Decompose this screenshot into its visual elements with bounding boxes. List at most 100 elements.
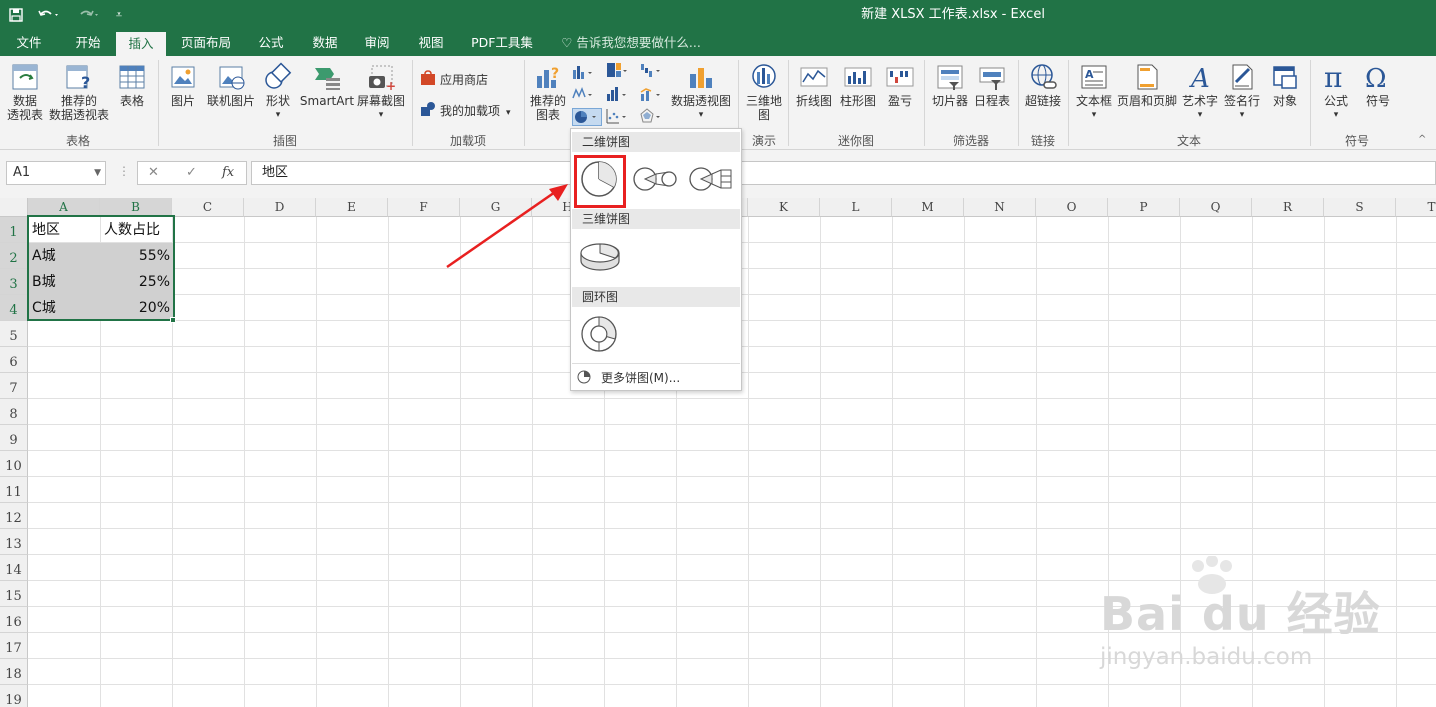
scatter-chart-icon[interactable] [606,108,626,124]
tab-home[interactable]: 开始 [64,30,112,56]
row-header-9[interactable]: 9 [0,425,28,451]
tab-file[interactable]: 文件 [6,30,52,56]
recommended-pivot-button[interactable]: ? 推荐的 数据透视表 [48,62,110,122]
pivot-table-button[interactable]: 数据 透视表 [4,62,46,122]
tell-me-box[interactable]: ♡ 告诉我您想要做什么... [556,30,706,56]
online-pictures-button[interactable]: 联机图片 [204,62,258,108]
pivot-chart-button[interactable]: 数据透视图 ▾ [668,62,734,122]
timeline-button[interactable]: 日程表 [972,62,1012,108]
tab-formulas[interactable]: 公式 [248,30,294,56]
tab-data[interactable]: 数据 [302,30,348,56]
chevron-down-icon: ▾ [1239,110,1245,120]
row-header-11[interactable]: 11 [0,477,28,503]
my-addins-button[interactable]: 我的加载项 ▾ [440,102,511,119]
row-header-16[interactable]: 16 [0,607,28,633]
row-header-17[interactable]: 17 [0,633,28,659]
signature-line-button[interactable]: 签名行 ▾ [1222,62,1262,122]
tab-view[interactable]: 视图 [408,30,454,56]
column-header-c[interactable]: C [172,198,244,217]
column-header-r[interactable]: R [1252,198,1324,217]
textbox-button[interactable]: A 文本框 ▾ [1072,62,1116,122]
sparkline-line-button[interactable]: 折线图 [794,62,834,108]
pie-chart-button[interactable] [572,108,602,126]
row-header-19[interactable]: 19 [0,685,28,707]
gridline-vertical [820,217,821,707]
row-header-15[interactable]: 15 [0,581,28,607]
symbol-button[interactable]: Ω 符号 [1360,62,1396,108]
tab-insert[interactable]: 插入 [116,32,166,56]
gridline-vertical [1036,217,1037,707]
stat-chart-icon[interactable] [606,86,626,102]
insert-function-icon[interactable]: fx [222,165,234,180]
column-header-p[interactable]: P [1108,198,1180,217]
store-icon [420,70,438,86]
name-box[interactable]: A1 ▼ [6,161,106,185]
combo-chart-icon[interactable] [640,86,660,102]
tab-pdf-tools[interactable]: PDF工具集 [464,30,540,56]
column-header-l[interactable]: L [820,198,892,217]
column-header-d[interactable]: D [244,198,316,217]
bar-of-pie-option[interactable] [689,165,735,196]
row-header-12[interactable]: 12 [0,503,28,529]
pictures-button[interactable]: 图片 [166,62,200,108]
row-header-10[interactable]: 10 [0,451,28,477]
cancel-icon[interactable]: ✕ [148,165,159,180]
more-pie-charts-item[interactable]: 更多饼图(M)... [577,369,680,387]
row-header-6[interactable]: 6 [0,347,28,373]
3d-map-button[interactable]: 三维地 图 [744,62,784,122]
row-header-8[interactable]: 8 [0,399,28,425]
column-header-q[interactable]: Q [1180,198,1252,217]
tab-review[interactable]: 审阅 [354,30,400,56]
gridline-vertical [748,217,749,707]
splitter-handle[interactable]: ⋮ [118,164,130,178]
row-header-14[interactable]: 14 [0,555,28,581]
pivot-table-icon [10,62,40,92]
equation-button[interactable]: π 公式 ▾ [1316,61,1356,122]
line-chart-icon[interactable] [572,86,592,102]
row-header-2[interactable]: 2 [0,243,28,269]
screenshot-button[interactable]: + 屏幕截图 ▾ [356,62,406,122]
recommended-charts-button[interactable]: ? 推荐的 图表 [528,62,568,122]
header-footer-button[interactable]: 页眉和页脚 [1116,62,1178,108]
column-header-s[interactable]: S [1324,198,1396,217]
donut-option[interactable] [580,315,618,356]
tab-page-layout[interactable]: 页面布局 [172,30,240,56]
select-all-corner[interactable] [0,198,28,217]
enter-icon[interactable]: ✓ [186,165,197,180]
row-header-7[interactable]: 7 [0,373,28,399]
object-button[interactable]: 对象 [1266,62,1304,108]
column-header-e[interactable]: E [316,198,388,217]
svg-text:A: A [1085,68,1094,81]
column-header-m[interactable]: M [892,198,964,217]
wordart-button[interactable]: A 艺术字 ▾ [1180,62,1220,122]
row-header-3[interactable]: 3 [0,269,28,295]
header-footer-icon [1132,62,1162,92]
column-header-t[interactable]: T [1396,198,1436,217]
column-chart-icon[interactable] [572,64,592,80]
sparkline-column-button[interactable]: 柱形图 [838,62,878,108]
radar-chart-icon[interactable] [640,108,660,124]
waterfall-chart-icon[interactable] [640,62,660,78]
row-header-4[interactable]: 4 [0,295,28,321]
row-header-1[interactable]: 1 [0,217,28,243]
formula-input[interactable]: 地区 [251,161,1436,185]
column-header-o[interactable]: O [1036,198,1108,217]
pie-3d-option[interactable] [579,239,621,276]
hierarchy-chart-icon[interactable] [606,62,627,78]
shapes-button[interactable]: 形状 ▾ [262,62,294,122]
collapse-ribbon-icon[interactable]: ^ [1418,134,1426,145]
store-button[interactable]: 应用商店 [440,71,488,88]
pie-of-pie-option[interactable] [633,165,679,196]
row-header-5[interactable]: 5 [0,321,28,347]
slicer-button[interactable]: 切片器 [930,62,970,108]
smartart-button[interactable]: SmartArt [298,62,356,108]
hyperlink-button[interactable]: 超链接 [1022,62,1064,108]
row-header-13[interactable]: 13 [0,529,28,555]
group-label-symbols: 符号 [1344,134,1369,148]
fill-handle[interactable] [170,317,176,323]
column-header-k[interactable]: K [748,198,820,217]
table-button[interactable]: 表格 [114,62,150,108]
column-header-n[interactable]: N [964,198,1036,217]
sparkline-winloss-button[interactable]: 盈亏 [882,62,918,108]
row-header-18[interactable]: 18 [0,659,28,685]
